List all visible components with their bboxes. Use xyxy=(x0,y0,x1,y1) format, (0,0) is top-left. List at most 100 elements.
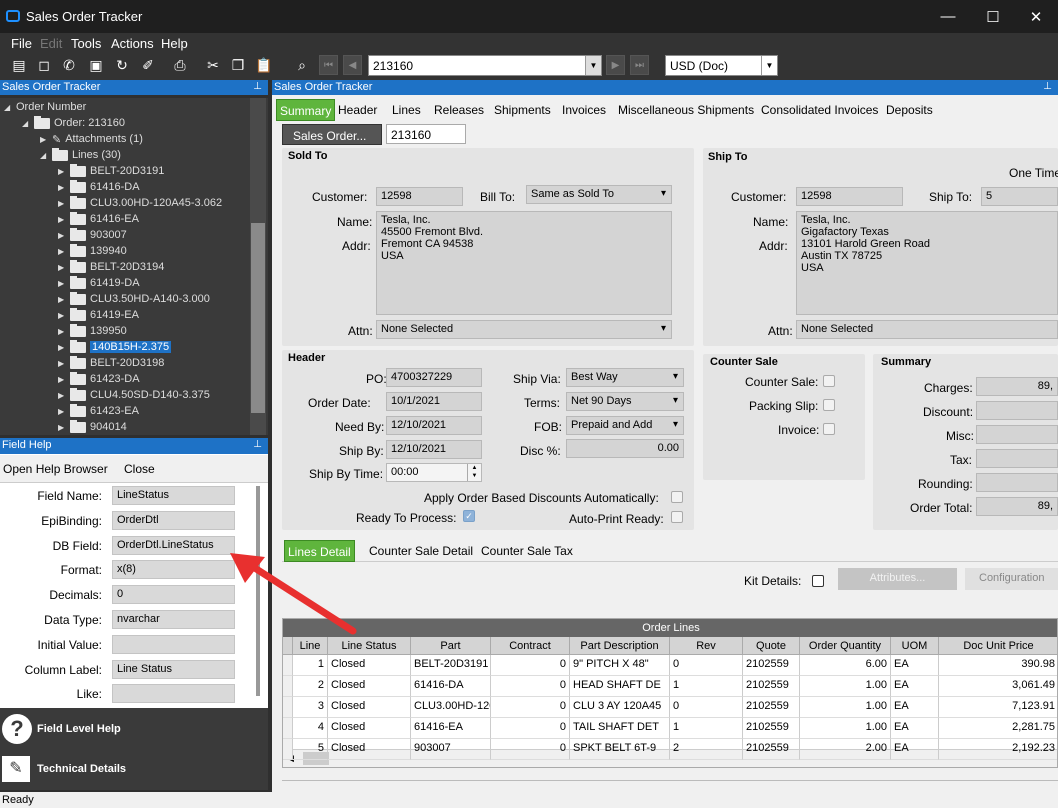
counter-sale-checkbox[interactable] xyxy=(823,375,835,387)
ready-to-process-checkbox[interactable]: ✓ xyxy=(463,510,475,522)
ship-to-customer-field[interactable]: 12598 xyxy=(796,187,903,206)
invoice-checkbox[interactable] xyxy=(823,423,835,435)
grid-cell[interactable]: 1.00 xyxy=(800,718,891,739)
discount-field[interactable] xyxy=(976,401,1058,420)
phone-icon[interactable]: ✆ xyxy=(59,55,79,75)
clear-icon[interactable]: ✐ xyxy=(138,55,158,75)
order-number-combo[interactable]: 213160 ▼ xyxy=(368,55,602,76)
tab-miscellaneous-shipments[interactable]: Miscellaneous Shipments xyxy=(615,99,757,121)
tab-counter-sale-tax[interactable]: Counter Sale Tax xyxy=(478,540,576,562)
tree-order[interactable]: ◢ Order: 213160 xyxy=(22,115,125,131)
field-help-close-button[interactable]: Close xyxy=(124,462,155,476)
prev-record-button[interactable]: ◀ xyxy=(343,55,362,75)
row-selector[interactable] xyxy=(283,676,293,697)
expand-icon[interactable]: ▶ xyxy=(58,295,70,304)
tax-field[interactable] xyxy=(976,449,1058,468)
grid-cell[interactable]: 61416-DA xyxy=(411,676,491,697)
open-help-browser-button[interactable]: Open Help Browser xyxy=(3,462,108,476)
ship-to-attn-dropdown[interactable]: None Selected xyxy=(796,320,1058,339)
attributes-button[interactable]: Attributes... xyxy=(838,568,957,590)
tree-scrollbar[interactable] xyxy=(250,98,266,435)
column-header[interactable]: Part Description xyxy=(570,637,670,655)
expand-icon[interactable]: ▶ xyxy=(58,391,70,400)
grid-cell[interactable]: CLU3.00HD-120A xyxy=(411,697,491,718)
expand-icon[interactable]: ▶ xyxy=(58,215,70,224)
print-icon[interactable]: ⎙ xyxy=(170,55,190,75)
grid-cell[interactable]: 903007 xyxy=(411,739,491,760)
order-date-field[interactable]: 10/1/2021 xyxy=(386,392,482,411)
grid-cell[interactable]: Closed xyxy=(328,718,411,739)
grid-cell[interactable]: 1 xyxy=(670,676,743,697)
fob-dropdown[interactable]: Prepaid and Add xyxy=(566,416,684,435)
menu-actions[interactable]: Actions xyxy=(111,36,154,51)
row-selector[interactable] xyxy=(283,739,293,760)
grid-cell[interactable]: 1.00 xyxy=(800,676,891,697)
tree-attachments[interactable]: ▶ ✎ Attachments (1) xyxy=(40,131,143,147)
field-help-value[interactable]: 0 xyxy=(112,585,235,605)
grid-cell[interactable]: 4 xyxy=(293,718,328,739)
sold-to-customer-field[interactable]: 12598 xyxy=(376,187,463,206)
row-selector[interactable] xyxy=(283,718,293,739)
menu-edit[interactable]: Edit xyxy=(40,36,62,51)
expand-icon[interactable]: ▶ xyxy=(58,407,70,416)
field-help-value[interactable] xyxy=(112,684,235,704)
expand-icon[interactable]: ▶ xyxy=(58,199,70,208)
field-help-value[interactable]: nvarchar xyxy=(112,610,235,629)
tree-line-item[interactable]: ▶ 61416-EA xyxy=(58,211,139,227)
grid-cell[interactable]: TAIL SHAFT DET xyxy=(570,718,670,739)
expand-icon[interactable]: ▶ xyxy=(58,311,70,320)
column-header[interactable]: Order Quantity xyxy=(800,637,891,655)
grid-cell[interactable]: 2102559 xyxy=(743,655,800,676)
next-record-button[interactable]: ▶ xyxy=(606,55,625,75)
expand-icon[interactable]: ▶ xyxy=(58,327,70,336)
grid-cell[interactable]: 390.98 xyxy=(939,655,1057,676)
tree-line-item[interactable]: ▶ CLU3.50HD-A140-3.000 xyxy=(58,291,210,307)
grid-cell[interactable]: 0 xyxy=(670,697,743,718)
field-help-value[interactable]: x(8) xyxy=(112,560,235,580)
copy-icon[interactable]: ❐ xyxy=(228,55,248,75)
tree-scroll-thumb[interactable] xyxy=(251,223,265,413)
menu-tools[interactable]: Tools xyxy=(71,36,101,51)
grid-cell[interactable]: 2 xyxy=(670,739,743,760)
row-selector[interactable] xyxy=(283,697,293,718)
tree-line-item[interactable]: ▶ 140B15H-2.375 xyxy=(58,339,172,355)
field-help-value[interactable] xyxy=(112,634,235,654)
column-header[interactable]: UOM xyxy=(891,637,939,655)
grid-cell[interactable]: CLU 3 AY 120A45 xyxy=(570,697,670,718)
tab-consolidated-invoices[interactable]: Consolidated Invoices xyxy=(758,99,881,121)
tree-line-item[interactable]: ▶ 139950 xyxy=(58,323,127,339)
ship-to-address-field[interactable]: Tesla, Inc. Gigafactory Texas 13101 Haro… xyxy=(796,211,1058,315)
grid-cell[interactable]: 2,281.75 xyxy=(939,718,1057,739)
disc-field[interactable]: 0.00 xyxy=(566,439,684,458)
cut-icon[interactable]: ✂ xyxy=(203,55,223,75)
expand-icon[interactable]: ▶ xyxy=(58,375,70,384)
field-help-value[interactable]: Line Status xyxy=(112,659,235,679)
column-header[interactable]: Rev xyxy=(670,637,743,655)
tree-line-item[interactable]: ▶ BELT-20D3198 xyxy=(58,355,164,371)
chevron-down-icon[interactable]: ▼ xyxy=(585,56,601,75)
expand-icon[interactable]: ▶ xyxy=(58,231,70,240)
grid-cell[interactable]: EA xyxy=(891,676,939,697)
tab-summary[interactable]: Summary xyxy=(276,99,336,121)
grid-cell[interactable]: 6.00 xyxy=(800,655,891,676)
grid-cell[interactable]: 2102559 xyxy=(743,718,800,739)
tree-line-item[interactable]: ▶ BELT-20D3194 xyxy=(58,259,164,275)
tab-lines[interactable]: Lines xyxy=(389,99,424,121)
tab-deposits[interactable]: Deposits xyxy=(883,99,936,121)
column-header[interactable]: Part xyxy=(411,637,491,655)
grid-cell[interactable]: 0 xyxy=(491,718,570,739)
tab-invoices[interactable]: Invoices xyxy=(559,99,609,121)
grid-cell[interactable]: 7,123.91 xyxy=(939,697,1057,718)
field-help-value[interactable]: LineStatus xyxy=(112,486,235,505)
kit-details-checkbox[interactable] xyxy=(812,575,824,587)
expand-icon[interactable]: ▶ xyxy=(58,423,70,432)
first-record-button[interactable]: ⏮ xyxy=(319,55,338,75)
grid-cell[interactable]: EA xyxy=(891,697,939,718)
sales-order-button[interactable]: Sales Order... xyxy=(282,124,382,145)
expand-icon[interactable]: ▶ xyxy=(58,343,70,352)
expand-icon[interactable]: ▶ xyxy=(58,359,70,368)
spinner-icon[interactable]: ▲ ▼ xyxy=(467,464,481,481)
tree-line-item[interactable]: ▶ 904014 xyxy=(58,419,127,435)
tab-counter-sale-detail[interactable]: Counter Sale Detail xyxy=(366,540,476,562)
expand-icon[interactable]: ▶ xyxy=(58,183,70,192)
